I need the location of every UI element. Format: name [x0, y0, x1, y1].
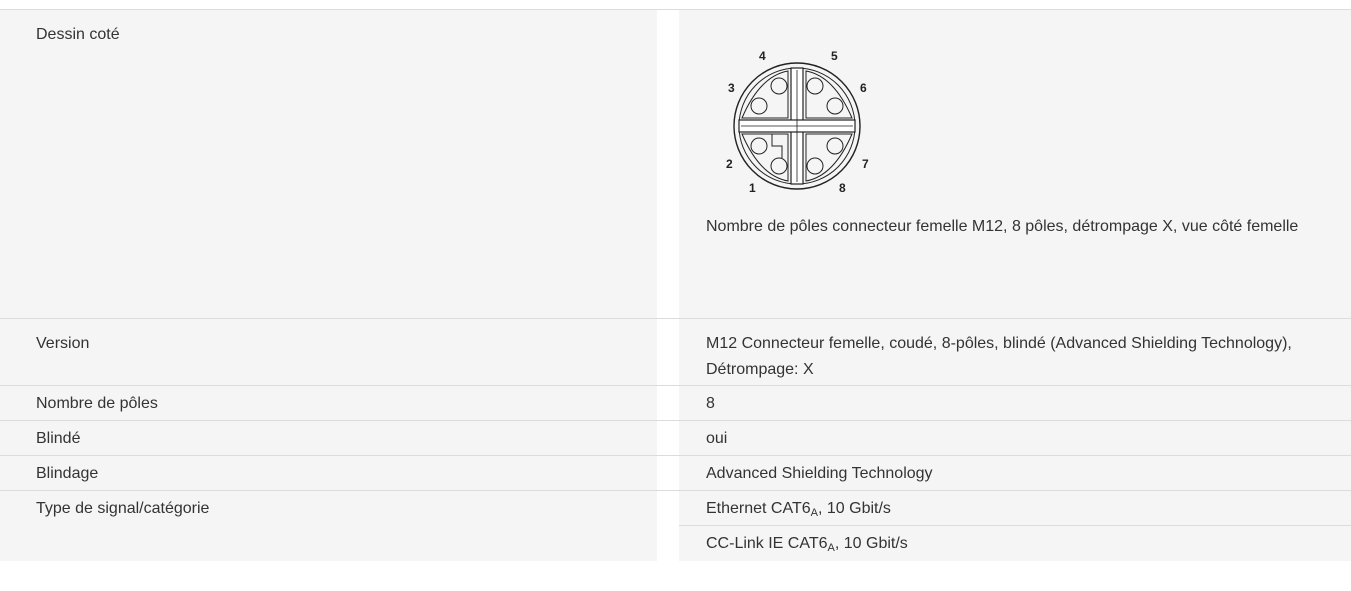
pin-label-7: 7: [862, 157, 869, 171]
value-cell: 4 5 3 6 2 7 1 8 Nombre de pôles connecte…: [657, 10, 1351, 318]
spec-table: Dessin coté 4 5 3 6 2 7 1 8 Nombre de pô…: [0, 9, 1351, 561]
label-cell: Version: [0, 319, 657, 385]
pin-7-contact: [826, 137, 844, 155]
row-label: Blindé: [36, 430, 81, 447]
pin-8-contact: [806, 157, 824, 175]
label-cell: Blindage: [0, 456, 657, 490]
row-value: 8: [706, 395, 715, 412]
label-cell: Dessin coté: [0, 10, 657, 318]
signal-item-cc-link: CC-Link IE CAT6A, 10 Gbit/s: [679, 525, 1351, 559]
pin-1-contact: [770, 157, 788, 175]
pin-label-1: 1: [749, 181, 756, 192]
pin-3-contact: [750, 97, 768, 115]
row-value: Advanced Shielding Technology: [706, 465, 933, 482]
pin-6-contact: [826, 97, 844, 115]
row-label: Nombre de pôles: [36, 395, 158, 412]
pin-label-4: 4: [759, 49, 766, 63]
signal-speed: , 10 Gbit/s: [817, 500, 891, 517]
row-value: M12 Connecteur femelle, coudé, 8-pôles, …: [706, 335, 1292, 378]
pin-2-contact: [750, 137, 768, 155]
drawing-caption: Nombre de pôles connecteur femelle M12, …: [706, 218, 1299, 235]
row-version: Version M12 Connecteur femelle, coudé, 8…: [0, 318, 1351, 385]
value-cell: Ethernet CAT6A, 10 Gbit/s CC-Link IE CAT…: [657, 491, 1351, 561]
value-cell: M12 Connecteur femelle, coudé, 8-pôles, …: [657, 319, 1351, 385]
category-subscript: A: [810, 507, 818, 519]
label-cell: Nombre de pôles: [0, 386, 657, 420]
pin-label-6: 6: [860, 81, 867, 95]
pin-5-contact: [806, 77, 824, 95]
pin-4-contact: [770, 77, 788, 95]
value-cell: 8: [657, 386, 1351, 420]
pin-label-8: 8: [839, 181, 846, 192]
pin-label-2: 2: [726, 157, 733, 171]
signal-name: Ethernet CAT6: [706, 500, 811, 517]
row-label: Blindage: [36, 465, 99, 482]
row-label: Type de signal/catégorie: [36, 500, 210, 517]
pin-label-3: 3: [728, 81, 735, 95]
row-shielded: Blindé oui: [0, 420, 1351, 455]
row-pole-count: Nombre de pôles 8: [0, 385, 1351, 420]
row-value: oui: [706, 430, 728, 447]
row-dimension-drawing: Dessin coté 4 5 3 6 2 7 1 8 Nombre de pô…: [0, 9, 1351, 318]
category-subscript: A: [827, 542, 835, 554]
row-signal-type: Type de signal/catégorie Ethernet CAT6A,…: [0, 490, 1351, 561]
connector-pinout-drawing: 4 5 3 6 2 7 1 8: [726, 49, 869, 192]
x-coding-notch: [771, 134, 783, 158]
pin-label-5: 5: [831, 49, 838, 63]
row-shielding: Blindage Advanced Shielding Technology: [0, 455, 1351, 490]
value-cell: Advanced Shielding Technology: [657, 456, 1351, 490]
signal-name: CC-Link IE CAT6: [706, 535, 828, 552]
row-label: Dessin coté: [36, 26, 120, 43]
value-cell: oui: [657, 421, 1351, 455]
signal-speed: , 10 Gbit/s: [834, 535, 908, 552]
signal-item-ethernet: Ethernet CAT6A, 10 Gbit/s: [679, 491, 1351, 525]
label-cell: Type de signal/catégorie: [0, 491, 657, 561]
row-label: Version: [36, 335, 90, 352]
label-cell: Blindé: [0, 421, 657, 455]
